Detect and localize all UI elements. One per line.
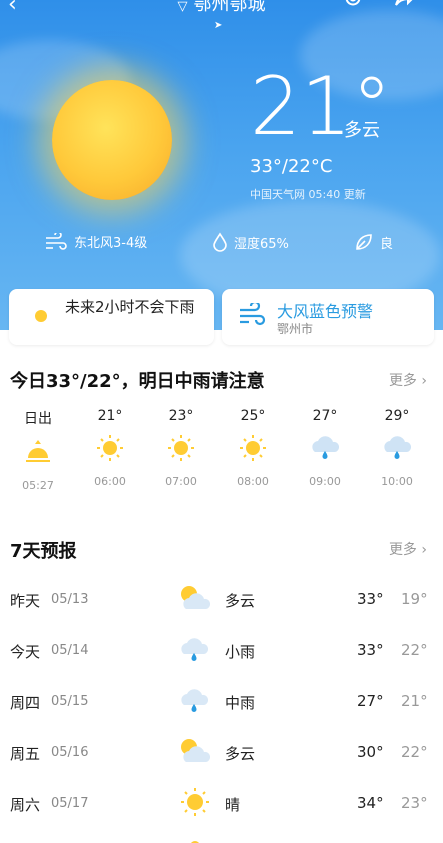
update-source: 中国天气网 05:40 更新	[250, 188, 366, 201]
partly-cloudy-icon	[181, 739, 211, 762]
hour-item: 25° 08:00	[223, 408, 283, 488]
sun-icon	[240, 435, 266, 461]
sun-icon	[181, 788, 209, 816]
hour-label: 23°	[168, 408, 194, 424]
day-name: 周五	[10, 745, 41, 763]
air-quality-label: 良	[380, 236, 394, 252]
day-name: 今天	[10, 643, 41, 661]
hour-time: 05:27	[22, 479, 54, 492]
hour-label: 21°	[97, 408, 123, 424]
hour-label: 29°	[384, 408, 410, 424]
chevron-down-icon: ▽	[177, 0, 188, 14]
air-quality-metric: 良	[354, 232, 393, 252]
day-high: 34°	[357, 794, 384, 812]
day-condition: 晴	[225, 796, 241, 814]
gear-icon[interactable]	[343, 0, 363, 8]
sunrise-icon	[26, 440, 50, 462]
hour-item: 23° 07:00	[151, 408, 211, 488]
hour-label: 27°	[312, 408, 338, 424]
humidity-metric: 湿度65%	[212, 232, 289, 252]
location-arrow-icon: ➤	[214, 20, 223, 31]
forecast-title: 7天预报	[10, 541, 77, 562]
sun-illustration	[52, 80, 172, 200]
day-name: 周四	[10, 694, 41, 712]
today-more-link[interactable]: 更多 ›	[389, 370, 427, 390]
forecast-row[interactable]: 今天 05/14 小雨 33° 22°	[0, 637, 443, 667]
day-high: 33°	[357, 641, 384, 659]
day-date: 05/16	[51, 745, 89, 760]
day-date: 05/13	[51, 592, 89, 607]
wind-icon	[46, 232, 67, 250]
chevron-right-icon: ›	[421, 373, 427, 389]
hour-label: 日出	[24, 411, 52, 427]
forecast-more-link[interactable]: 更多 ›	[389, 539, 427, 559]
hour-time: 07:00	[165, 475, 197, 488]
sun-icon	[35, 310, 47, 322]
day-high: 27°	[357, 692, 384, 710]
hour-time: 10:00	[381, 475, 413, 488]
day-high: 33°	[357, 590, 384, 608]
weather-hero: ‹ ▽ 鄂州鄂城 ➤ 21° 多云 33°/22°C 中国天气网 05:40 更新…	[0, 0, 443, 330]
day-condition: 中雨	[225, 694, 256, 712]
city-selector[interactable]: ▽ 鄂州鄂城	[0, 0, 443, 16]
temperature-range: 33°/22°C	[250, 156, 333, 177]
day-condition: 多云	[225, 745, 256, 763]
day-date: 05/15	[51, 694, 89, 709]
next-day-icon-partial	[191, 841, 199, 843]
info-cards: 未来2小时不会下雨 大风蓝色预警 鄂州市	[0, 289, 443, 349]
rain-forecast-text: 未来2小时不会下雨	[65, 298, 195, 316]
day-name: 昨天	[10, 592, 41, 610]
hour-item: 日出 05:27	[8, 408, 68, 492]
hour-item: 21° 06:00	[80, 408, 140, 488]
day-low: 21°	[401, 692, 428, 710]
leaf-icon	[356, 234, 372, 250]
hour-item: 29° 10:00	[367, 408, 427, 488]
hour-item: 27° 09:00	[295, 408, 355, 488]
forecast-row[interactable]: 周六 05/17 晴 34° 23°	[0, 788, 443, 820]
top-bar: ‹ ▽ 鄂州鄂城	[0, 0, 443, 22]
wind-alert-icon	[240, 303, 266, 326]
hour-time: 06:00	[94, 475, 126, 488]
forecast-row[interactable]: 昨天 05/13 多云 33° 19°	[0, 586, 443, 616]
day-condition: 多云	[225, 592, 256, 610]
humidity-drop-icon	[213, 232, 227, 252]
hour-label: 25°	[240, 408, 266, 424]
day-date: 05/17	[51, 796, 89, 811]
hourly-forecast: 日出 05:27 21° 06:00 23° 07:00 25° 08:00 2…	[0, 408, 443, 498]
weather-alert-card[interactable]: 大风蓝色预警 鄂州市	[222, 289, 434, 345]
day-low: 19°	[401, 590, 428, 608]
sun-icon	[168, 435, 194, 461]
rain-cloud-icon	[181, 638, 209, 661]
alert-area: 鄂州市	[277, 322, 314, 336]
today-more-label: 更多	[388, 373, 417, 389]
alert-title: 大风蓝色预警	[277, 302, 374, 321]
forecast-row[interactable]: 周四 05/15 中雨 27° 21°	[0, 688, 443, 718]
rain-cloud-icon	[384, 436, 412, 459]
day-low: 22°	[401, 641, 428, 659]
sun-icon	[97, 435, 123, 461]
day-low: 23°	[401, 794, 428, 812]
day-date: 05/14	[51, 643, 89, 658]
hour-time: 09:00	[309, 475, 341, 488]
rain-cloud-icon	[312, 436, 340, 459]
today-summary-title: 今日33°/22°，明日中雨请注意	[10, 371, 265, 392]
city-name: 鄂州鄂城	[193, 0, 266, 15]
current-condition: 多云	[344, 120, 380, 141]
day-condition: 小雨	[225, 643, 256, 661]
forecast-more-label: 更多	[388, 542, 417, 558]
day-high: 30°	[357, 743, 384, 761]
chevron-right-icon: ›	[421, 542, 427, 558]
partly-cloudy-icon	[181, 586, 211, 609]
humidity-label: 湿度65%	[234, 236, 289, 252]
day-name: 周六	[10, 796, 41, 814]
share-icon[interactable]	[393, 0, 415, 8]
forecast-row[interactable]: 周五 05/16 多云 30° 22°	[0, 739, 443, 769]
day-low: 22°	[401, 743, 428, 761]
rain-cloud-icon	[181, 689, 209, 712]
wind-metric: 东北风3-4级	[44, 232, 147, 251]
rain-forecast-card[interactable]: 未来2小时不会下雨	[9, 289, 214, 345]
hour-time: 08:00	[237, 475, 269, 488]
wind-label: 东北风3-4级	[74, 236, 148, 251]
